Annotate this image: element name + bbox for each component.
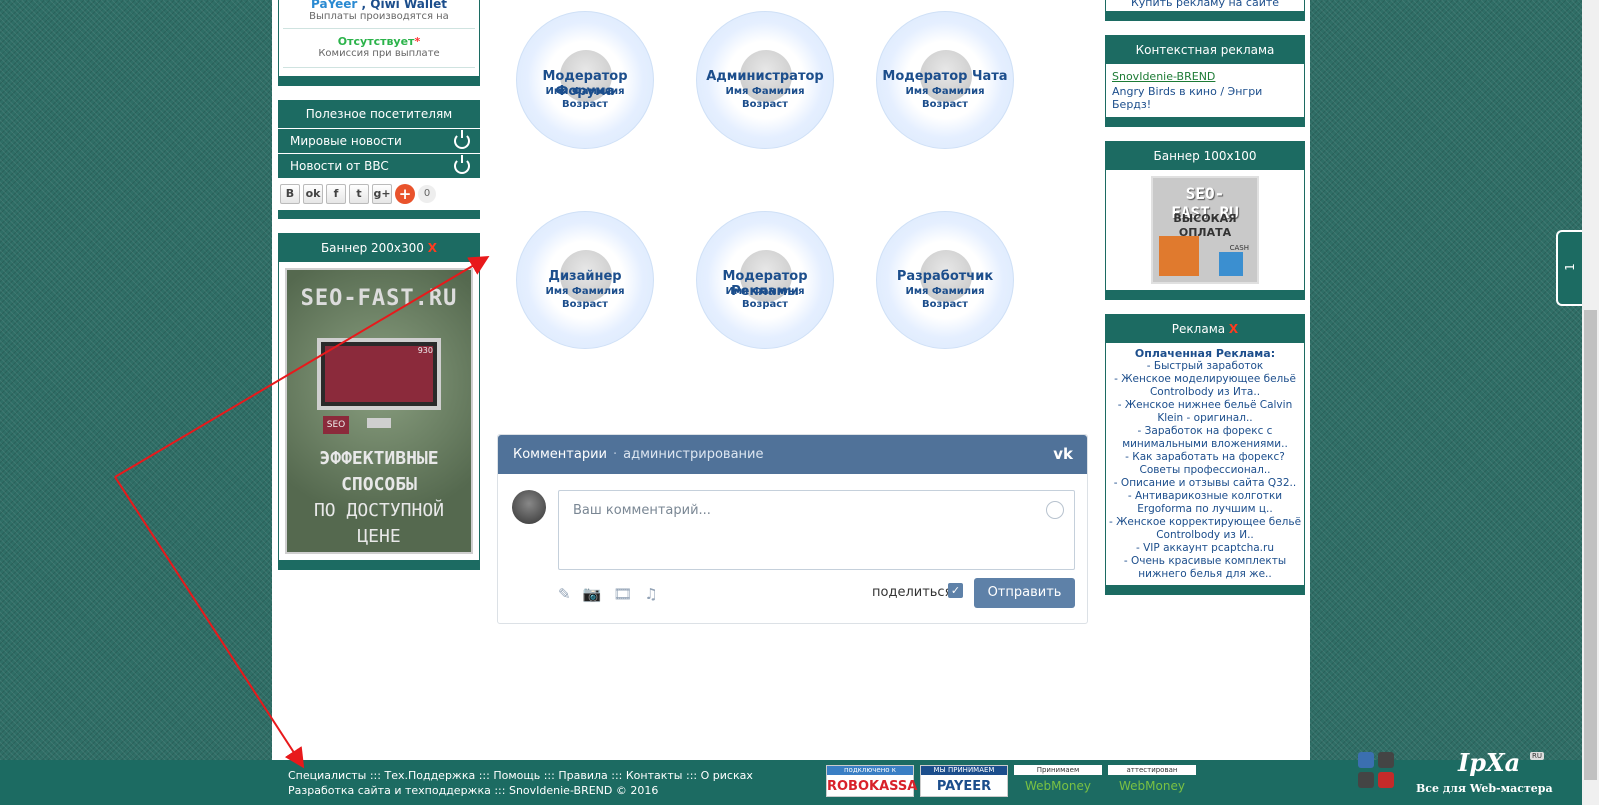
- send-button[interactable]: Отправить: [974, 578, 1075, 608]
- footer-link-rules[interactable]: Правила: [558, 769, 607, 782]
- avatar: [512, 490, 546, 524]
- banner-100-box: Баннер 100x100 SEO-FAST.RU ВЫСОКАЯ ОПЛАТ…: [1105, 141, 1305, 300]
- team-member-card[interactable]: Модератор Рекламы Имя Фамилия Возраст: [696, 211, 834, 349]
- paid-ads-title: Оплаченная Реклама:: [1134, 347, 1276, 360]
- video-icon[interactable]: 🎞: [613, 585, 632, 603]
- list-item[interactable]: - Очень красивые комплекты нижнего белья…: [1108, 555, 1302, 581]
- list-item[interactable]: - Женское нижнее бельё Calvin Klein - ор…: [1108, 399, 1302, 425]
- commission-status: Отсутствует*: [337, 35, 421, 48]
- list-item[interactable]: - VIP аккаунт pcaptcha.ru: [1108, 542, 1302, 555]
- footer-link-contacts[interactable]: Контакты: [626, 769, 683, 782]
- list-item[interactable]: - Описание и отзывы сайта Q32..: [1108, 477, 1302, 490]
- team-member-card[interactable]: Администратор Имя Фамилия Возраст: [696, 11, 834, 149]
- ads-close[interactable]: X: [1229, 322, 1238, 336]
- logo-cube-icon: [1358, 752, 1374, 768]
- seo-tag: SEO: [323, 416, 349, 434]
- footer-link-specialists[interactable]: Специалисты: [288, 769, 366, 782]
- ads-title: Реклама X: [1106, 315, 1304, 343]
- vk-logo-icon[interactable]: vk: [1053, 435, 1073, 474]
- ipxa-logo[interactable]: IpXa RU Все для Web-мастера: [1358, 748, 1558, 802]
- webmoney-accept-badge[interactable]: Принимаем WebMoney: [1014, 765, 1102, 797]
- list-item[interactable]: - Заработок на форекс с минимальными вло…: [1108, 425, 1302, 451]
- team-member-card[interactable]: Модератор Чата Имя Фамилия Возраст: [876, 11, 1014, 149]
- more-share-icon[interactable]: +: [395, 184, 415, 204]
- buy-ad-link[interactable]: Купить рекламу на сайте: [1106, 0, 1304, 9]
- facebook-share-icon[interactable]: f: [326, 184, 346, 204]
- comments-title: Комментарии: [513, 447, 607, 462]
- photo-icon[interactable]: 📷: [583, 585, 602, 603]
- useful-item-bbc-news[interactable]: Новости от BBC: [278, 154, 480, 178]
- useful-box: Полезное посетителям Мировые новости Нов…: [278, 100, 480, 219]
- footer-link-support[interactable]: Тех.Поддержка: [384, 769, 475, 782]
- payment-systems: PaYeer , Qiwi Wallet: [311, 0, 447, 11]
- footer-dev-text: Разработка сайта и техподдержка: [288, 784, 491, 797]
- footer-brand[interactable]: SnovIdenie-BREND © 2016: [509, 784, 658, 797]
- webmoney-attested-badge[interactable]: аттестирован WebMoney: [1108, 765, 1196, 797]
- context-ad-desc[interactable]: Angry Birds в кино / Энгри Бердз!: [1112, 85, 1298, 111]
- banner-200-box: Баннер 200x300 X SEO-FAST.RU 930 SEO ЭФФ…: [278, 233, 480, 570]
- vk-share-icon[interactable]: В: [280, 184, 300, 204]
- ads-box: Реклама X Оплаченная Реклама: - Быстрый …: [1105, 314, 1305, 595]
- google-plus-share-icon[interactable]: g+: [372, 184, 392, 204]
- power-icon[interactable]: [454, 155, 470, 174]
- banner-site: SEO-FAST.RU: [300, 286, 458, 311]
- graffiti-icon[interactable]: ✎: [558, 585, 571, 603]
- attachment-tools: ✎ 📷 🎞 ♫: [558, 585, 658, 603]
- footer-links: Специалисты ::: Тех.Поддержка ::: Помощь…: [288, 769, 753, 797]
- scrollbar[interactable]: [1582, 0, 1599, 805]
- banner-200-close[interactable]: X: [428, 241, 437, 255]
- payeer-badge[interactable]: МЫ ПРИНИМАЕМ PAYEER: [920, 765, 1008, 797]
- power-icon[interactable]: [454, 130, 470, 149]
- list-item[interactable]: - Быстрый заработок: [1108, 360, 1302, 373]
- list-item[interactable]: - Как заработать на форекс? Советы профе…: [1108, 451, 1302, 477]
- monitor-graphic: 930: [317, 338, 441, 410]
- twitter-share-icon[interactable]: t: [349, 184, 369, 204]
- share-checkbox[interactable]: ✓: [948, 583, 963, 598]
- team-member-card[interactable]: Дизайнер Имя Фамилия Возраст: [516, 211, 654, 349]
- buy-ad-box: Купить рекламу на сайте: [1105, 0, 1305, 21]
- logo-cube-icon: [1378, 772, 1394, 788]
- logo-cube-icon: [1358, 772, 1374, 788]
- ok-share-icon[interactable]: ok: [303, 184, 323, 204]
- share-buttons: В ok f t g+ + 0: [278, 178, 480, 210]
- list-item[interactable]: - Женское моделирующее бельё Controlbody…: [1108, 373, 1302, 399]
- audio-icon[interactable]: ♫: [644, 585, 657, 603]
- payments-note: Выплаты производятся на: [283, 10, 475, 29]
- footer-link-risks[interactable]: О рисках: [701, 769, 753, 782]
- logo-cube-icon: [1378, 752, 1394, 768]
- payment-badges: подключено к ROBOKASSA МЫ ПРИНИМАЕМ PAYE…: [826, 765, 1196, 797]
- context-ad-link[interactable]: SnovIdenie-BREND: [1112, 70, 1298, 83]
- comments-header: Комментарии · администрирование vk: [498, 435, 1087, 474]
- banner-200-image[interactable]: SEO-FAST.RU 930 SEO ЭФФЕКТИВНЫЕ СПОСОБЫ …: [285, 268, 473, 554]
- payments-box: PaYeer , Qiwi Wallet Выплаты производятс…: [278, 0, 480, 86]
- list-item[interactable]: - Антиварикозные колготки Ergoforma по л…: [1108, 490, 1302, 516]
- list-item[interactable]: - Женское корректирующее бельё Controlbo…: [1108, 516, 1302, 542]
- vk-comments-widget: Комментарии · администрирование vk Ваш ком…: [497, 434, 1088, 624]
- right-column: Купить рекламу на сайте Контекстная рекл…: [1105, 0, 1305, 609]
- banner-200-title: Баннер 200x300 X: [279, 234, 479, 262]
- comment-input[interactable]: Ваш комментарий...: [558, 490, 1075, 570]
- commission-note: Комиссия при выплате: [283, 48, 475, 68]
- context-ad-title: Контекстная реклама: [1106, 36, 1304, 64]
- context-ad-box: Контекстная реклама SnovIdenie-BREND Ang…: [1105, 35, 1305, 127]
- robokassa-badge[interactable]: подключено к ROBOKASSA: [826, 765, 917, 797]
- left-column: PaYeer , Qiwi Wallet Выплаты производятс…: [278, 0, 480, 570]
- emoji-icon[interactable]: [1046, 501, 1064, 519]
- banner-100-title: Баннер 100x100: [1106, 142, 1304, 170]
- share-count: 0: [418, 185, 436, 203]
- admin-link[interactable]: администрирование: [623, 447, 763, 462]
- banner-100-image[interactable]: SEO-FAST.RU ВЫСОКАЯ ОПЛАТА CASH: [1151, 176, 1259, 284]
- team-member-card[interactable]: Разработчик Имя Фамилия Возраст: [876, 211, 1014, 349]
- useful-item-world-news[interactable]: Мировые новости: [278, 129, 480, 153]
- footer-link-help[interactable]: Помощь: [493, 769, 540, 782]
- useful-title: Полезное посетителям: [278, 100, 480, 128]
- scrollbar-thumb[interactable]: [1584, 310, 1597, 780]
- comment-placeholder: Ваш комментарий...: [573, 503, 711, 518]
- team-member-card[interactable]: Модератор Форума Имя Фамилия Возраст: [516, 11, 654, 149]
- share-label: поделиться: [872, 585, 953, 600]
